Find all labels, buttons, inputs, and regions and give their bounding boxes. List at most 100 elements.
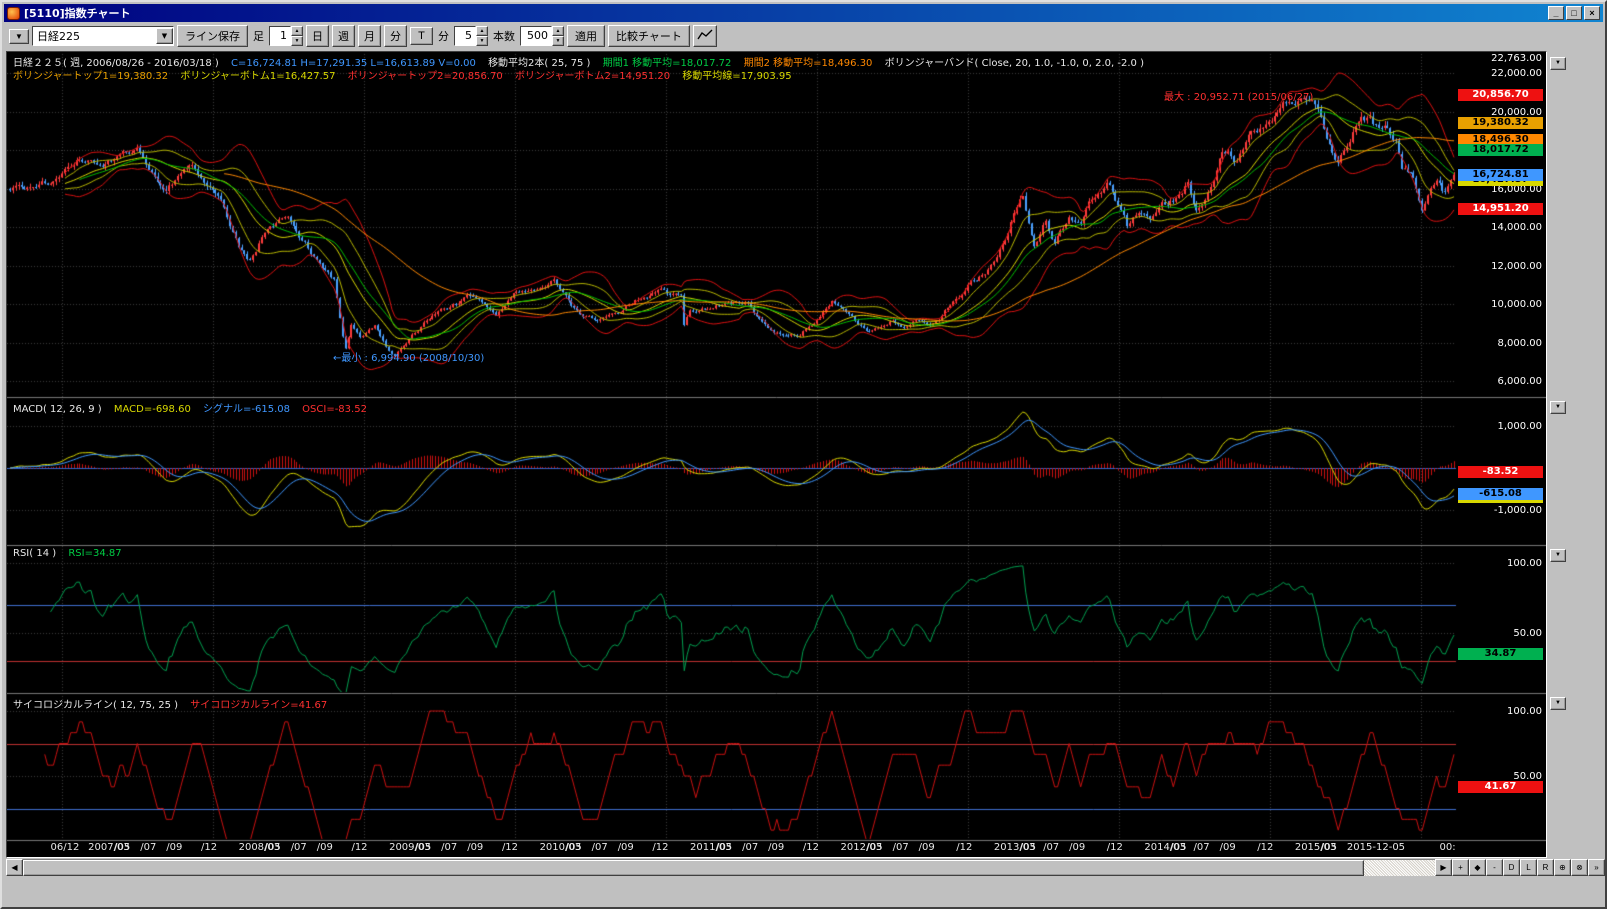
axis-label: 22,000.00 (1458, 68, 1542, 79)
bars-spin-down-icon[interactable]: ▼ (552, 36, 564, 46)
axis-label: 100.00 (1458, 558, 1542, 569)
price-panel-menu-button[interactable]: ▼ (1550, 57, 1566, 70)
x-axis-label: /07 (1194, 842, 1210, 853)
minute-label: 分 (436, 28, 451, 44)
fit-button[interactable]: ◆ (1469, 859, 1486, 876)
axis-label: 50.00 (1458, 628, 1542, 639)
save-line-button[interactable]: ライン保存 (177, 25, 248, 47)
minute-spin-up-icon[interactable]: ▲ (476, 26, 488, 36)
combo-dropdown-icon[interactable]: ▼ (156, 28, 173, 44)
x-axis-label: /07 (742, 842, 758, 853)
period-week-button[interactable]: 週 (332, 25, 355, 47)
x-axis-label: /05 (566, 842, 582, 853)
axis-label: 20,000.00 (1458, 107, 1542, 118)
x-axis-label: /09 (317, 842, 333, 853)
x-axis-label: /05 (415, 842, 431, 853)
price-tag: 19,380.32 (1458, 117, 1543, 129)
macd-panel-menu-button[interactable]: ▼ (1550, 401, 1566, 414)
title-bar[interactable]: [5110]指数チャート _ □ × (4, 4, 1603, 22)
macd-signal-readout: シグナル=-615.08 (203, 404, 290, 415)
d-mode-button[interactable]: D (1503, 859, 1520, 876)
app-icon (7, 7, 20, 20)
x-axis-label: /05 (867, 842, 883, 853)
scroll-left-icon[interactable]: ◀ (6, 859, 23, 876)
axis-label: 10,000.00 (1458, 299, 1542, 310)
price-tag: 41.67 (1458, 781, 1543, 793)
apply-button[interactable]: 適用 (567, 25, 605, 47)
draw-line-tool-button[interactable] (693, 25, 717, 47)
chart-canvas[interactable] (7, 52, 1546, 857)
axis-label: 8,000.00 (1458, 338, 1542, 349)
x-axis-label: /05 (1020, 842, 1036, 853)
psych-panel-menu-button[interactable]: ▼ (1550, 697, 1566, 710)
minute-stepper[interactable]: 5 ▲ ▼ (454, 26, 488, 46)
toolbar: ▼ 日経225 ▼ ライン保存 足 1 ▲ ▼ 日 週 月 分 T 分 5 ▲ … (4, 22, 1603, 50)
minimize-button[interactable]: _ (1548, 6, 1564, 20)
rsi-panel-menu-button[interactable]: ▼ (1550, 549, 1566, 562)
x-axis-label: /09 (768, 842, 784, 853)
maximize-button[interactable]: □ (1566, 6, 1582, 20)
scroll-end-button[interactable]: » (1588, 859, 1605, 876)
ashi-spin-up-icon[interactable]: ▲ (291, 26, 303, 36)
line-chart-icon (697, 29, 713, 44)
x-axis-label: /05 (716, 842, 732, 853)
x-axis-label: /09 (919, 842, 935, 853)
x-axis-label: /12 (351, 842, 367, 853)
axis-label: 1,000.00 (1458, 421, 1542, 432)
chart-region[interactable]: 日経２２５( 週, 2006/08/26 - 2016/03/18 ) C=16… (6, 51, 1547, 858)
period-day-button[interactable]: 日 (306, 25, 329, 47)
x-axis-label: /09 (1069, 842, 1085, 853)
rsi-readout: RSI=34.87 (68, 548, 121, 559)
x-axis-label: /12 (1107, 842, 1123, 853)
scrollbar-track[interactable] (23, 859, 1435, 876)
x-axis-label: 2015-12-05 (1347, 842, 1405, 853)
l-mode-button[interactable]: L (1520, 859, 1537, 876)
bb-bottom2-readout: ボリンジャーボトム2=14,951.20 (515, 71, 670, 82)
x-axis-label: /05 (1170, 842, 1186, 853)
minute-value: 5 (454, 26, 476, 46)
window-controls: _ □ × (1548, 6, 1600, 20)
period-tick-button[interactable]: T (410, 27, 433, 45)
max-annotation: 最大 : 20,952.71 (2015/06/27) (1164, 88, 1313, 103)
price-tag: -615.08 (1458, 488, 1543, 500)
magnify-out-button[interactable]: ⊗ (1571, 859, 1588, 876)
axis-label: 14,000.00 (1458, 222, 1542, 233)
r-mode-button[interactable]: R (1537, 859, 1554, 876)
window-title: [5110]指数チャート (24, 5, 1544, 21)
scroll-right-icon[interactable]: ▶ (1435, 859, 1452, 876)
bb-bottom1-readout: ボリンジャーボトム1=16,427.57 (180, 71, 335, 82)
bars-spin-up-icon[interactable]: ▲ (552, 26, 564, 36)
ashi-value: 1 (269, 26, 291, 46)
close-button[interactable]: × (1584, 6, 1600, 20)
axis-label: -1,000.00 (1458, 505, 1542, 516)
bb-top1-readout: ボリンジャートップ1=19,380.32 (13, 71, 168, 82)
axis-label: 100.00 (1458, 706, 1542, 717)
bars-value: 500 (520, 26, 552, 46)
period-minute-button[interactable]: 分 (384, 25, 407, 47)
magnify-in-button[interactable]: ⊕ (1554, 859, 1571, 876)
price-tag: 34.87 (1458, 648, 1543, 660)
bollinger-settings-label: ボリンジャーバンド( Close, 20, 1.0, -1.0, 0, 2.0,… (885, 58, 1144, 69)
compare-chart-button[interactable]: 比較チャート (608, 25, 690, 47)
ashi-spin-down-icon[interactable]: ▼ (291, 36, 303, 46)
x-axis-label: /12 (502, 842, 518, 853)
x-axis-label: /07 (140, 842, 156, 853)
app-window: [5110]指数チャート _ □ × ▼ 日経225 ▼ ライン保存 足 1 ▲… (0, 0, 1607, 909)
chart-menu-dropdown-button[interactable]: ▼ (9, 29, 29, 44)
x-axis-label: /12 (652, 842, 668, 853)
x-axis-label: /07 (1043, 842, 1059, 853)
scrollbar-thumb[interactable] (23, 860, 1364, 876)
zoom-out-button[interactable]: - (1486, 859, 1503, 876)
price-tag: 18,017.72 (1458, 144, 1543, 156)
x-axis-label: 06/12 (51, 842, 80, 853)
x-axis-label: /09 (1220, 842, 1236, 853)
bars-stepper[interactable]: 500 ▲ ▼ (520, 26, 564, 46)
minute-spin-down-icon[interactable]: ▼ (476, 36, 488, 46)
ashi-label: 足 (251, 28, 266, 44)
zoom-in-button[interactable]: + (1452, 859, 1469, 876)
symbol-combo[interactable]: 日経225 ▼ (32, 26, 174, 46)
ashi-stepper[interactable]: 1 ▲ ▼ (269, 26, 303, 46)
rsi-settings-label: RSI( 14 ) (13, 548, 56, 559)
period-month-button[interactable]: 月 (358, 25, 381, 47)
price-tag: 16,724.81 (1458, 169, 1543, 181)
